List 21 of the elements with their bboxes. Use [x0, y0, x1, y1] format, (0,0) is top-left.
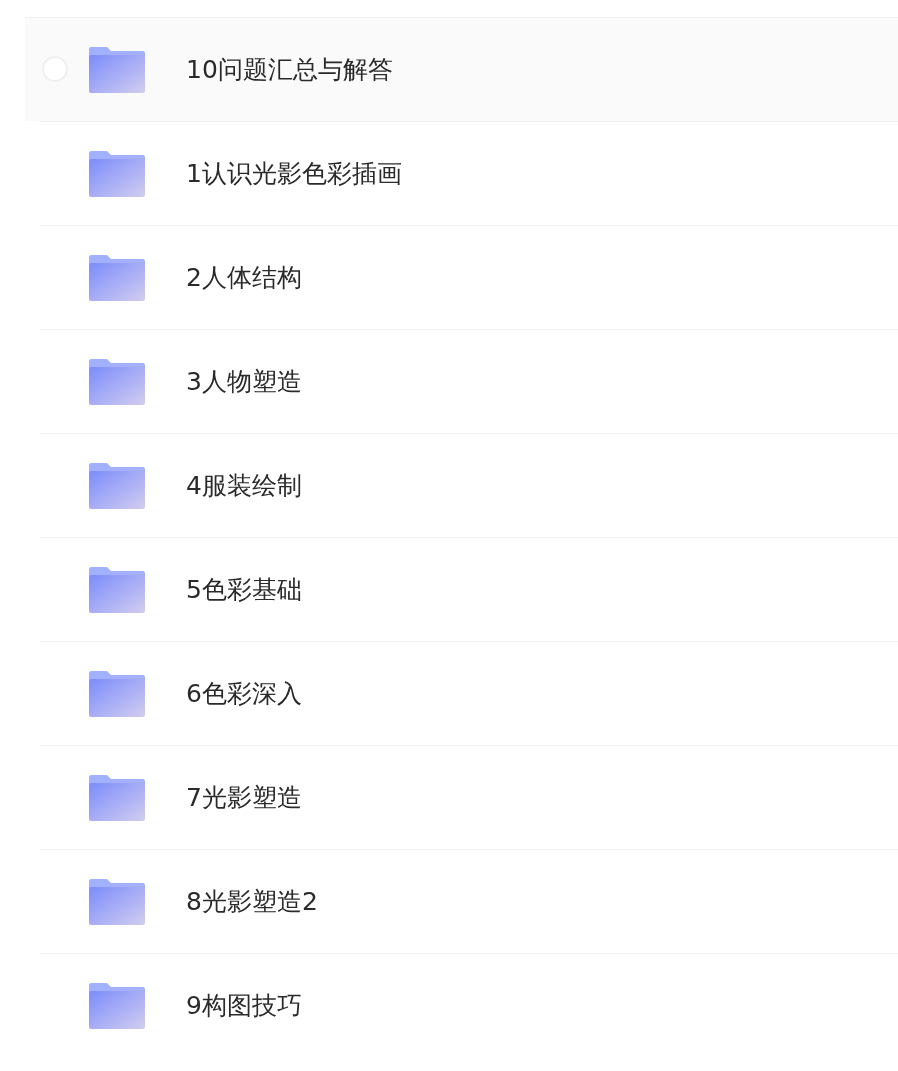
- folder-name[interactable]: 5色彩基础: [186, 573, 302, 606]
- folder-icon: [89, 150, 145, 197]
- folder-name[interactable]: 1认识光影色彩插画: [186, 157, 402, 190]
- folder-icon: [89, 774, 145, 821]
- folder-name[interactable]: 8光影塑造2: [186, 885, 318, 918]
- folder-icon: [89, 358, 145, 405]
- folder-name[interactable]: 9构图技巧: [186, 989, 302, 1022]
- folder-name[interactable]: 2人体结构: [186, 261, 302, 294]
- folder-name[interactable]: 6色彩深入: [186, 677, 302, 710]
- folder-name[interactable]: 4服装绘制: [186, 469, 302, 502]
- folder-icon: [89, 878, 145, 925]
- folder-icon: [89, 670, 145, 717]
- folder-name[interactable]: 3人物塑造: [186, 365, 302, 398]
- folder-icon: [89, 46, 145, 93]
- folder-icon: [89, 254, 145, 301]
- folder-row[interactable]: 10问题汇总与解答: [25, 17, 898, 121]
- folder-icon: [89, 982, 145, 1029]
- folder-name[interactable]: 7光影塑造: [186, 781, 302, 814]
- folder-icon: [89, 462, 145, 509]
- folder-name[interactable]: 10问题汇总与解答: [186, 53, 393, 86]
- folder-icon: [89, 566, 145, 613]
